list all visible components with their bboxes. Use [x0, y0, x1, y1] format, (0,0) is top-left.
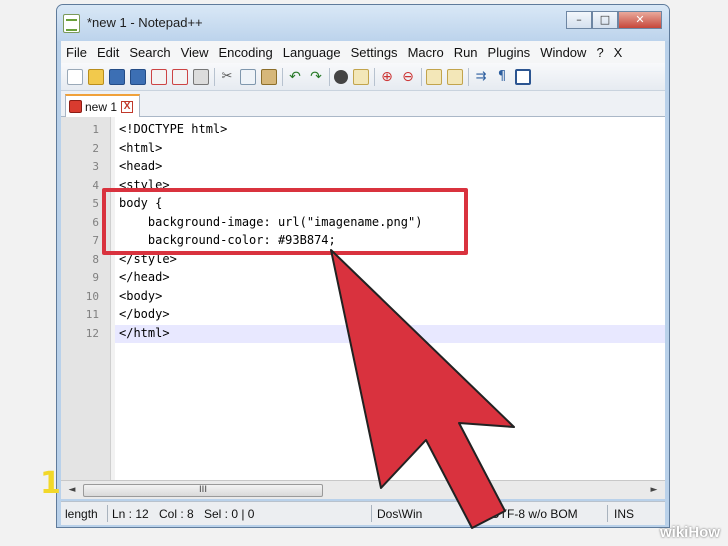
- wikihow-watermark: wikiHow: [660, 524, 721, 541]
- pointer-arrow-icon: [330, 249, 515, 529]
- step-number: 1: [40, 466, 61, 501]
